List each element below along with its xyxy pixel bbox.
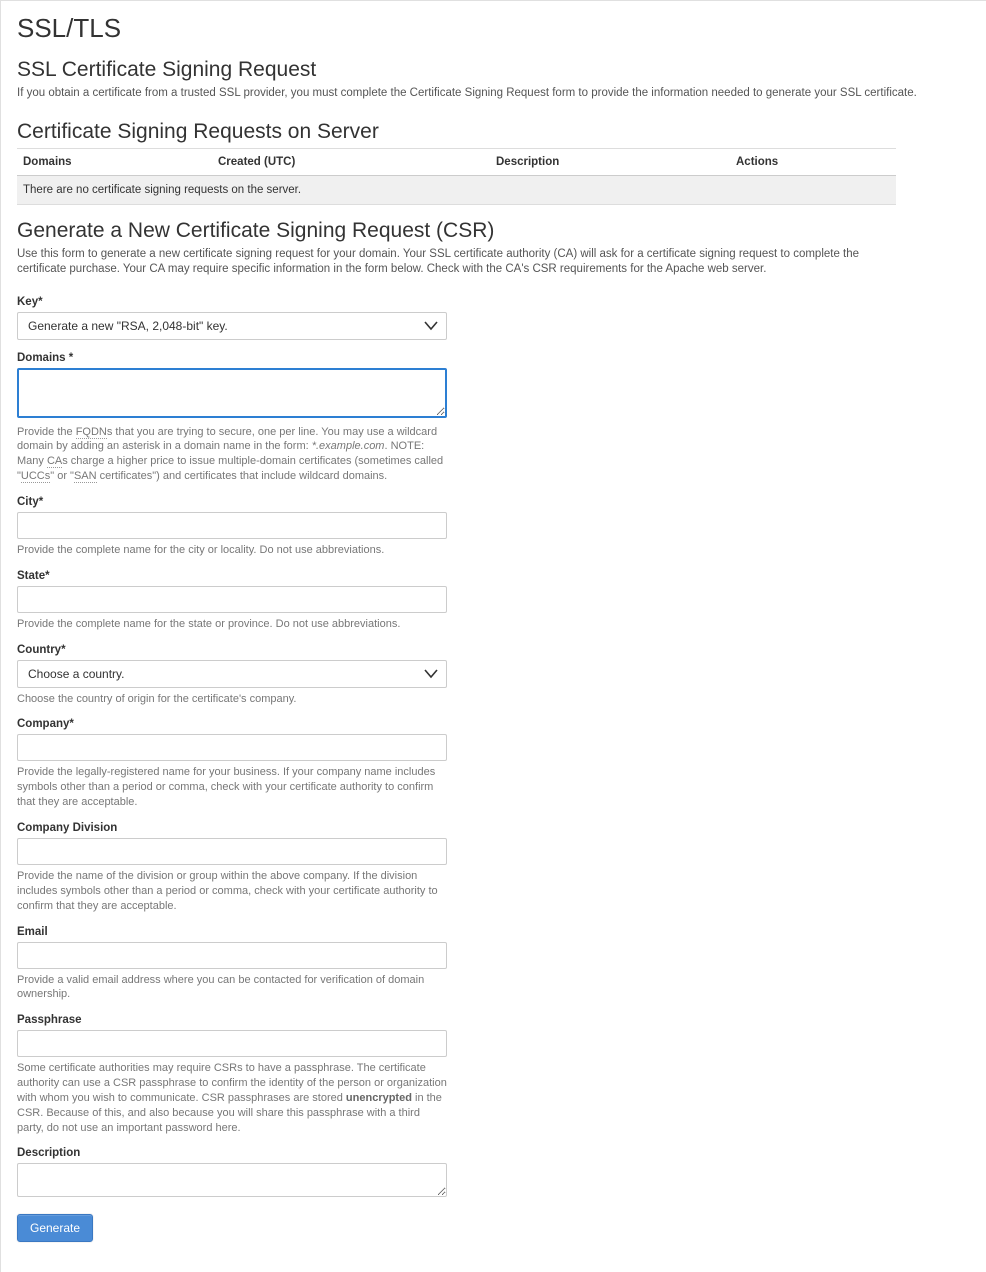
section-on-server-title: Certificate Signing Requests on Server	[17, 120, 970, 144]
company-label: Company*	[17, 718, 449, 730]
country-select[interactable]: Choose a country.	[17, 660, 447, 688]
page-title: SSL/TLS	[17, 13, 970, 44]
state-label: State*	[17, 570, 449, 582]
city-label: City*	[17, 496, 449, 508]
country-hint: Choose the country of origin for the cer…	[17, 692, 449, 707]
company-division-input[interactable]	[17, 838, 447, 865]
csr-form: Key* Generate a new "RSA, 2,048-bit" key…	[17, 296, 449, 1243]
description-textarea[interactable]	[17, 1163, 447, 1197]
email-hint: Provide a valid email address where you …	[17, 973, 449, 1003]
section-generate-intro: Use this form to generate a new certific…	[17, 247, 896, 278]
domains-textarea[interactable]	[17, 368, 447, 418]
company-input[interactable]	[17, 734, 447, 761]
company-division-hint: Provide the name of the division or grou…	[17, 869, 449, 914]
country-label: Country*	[17, 644, 449, 656]
email-label: Email	[17, 926, 449, 938]
col-actions: Actions	[730, 148, 896, 175]
col-created: Created (UTC)	[212, 148, 490, 175]
key-label: Key*	[17, 296, 449, 308]
table-empty-message: There are no certificate signing request…	[17, 175, 896, 204]
section-generate-title: Generate a New Certificate Signing Reque…	[17, 219, 970, 243]
passphrase-hint: Some certificate authorities may require…	[17, 1061, 449, 1135]
company-hint: Provide the legally-registered name for …	[17, 765, 449, 810]
passphrase-input[interactable]	[17, 1030, 447, 1057]
city-hint: Provide the complete name for the city o…	[17, 543, 449, 558]
table-empty-row: There are no certificate signing request…	[17, 175, 896, 204]
section-csr-request-title: SSL Certificate Signing Request	[17, 58, 970, 82]
col-description: Description	[490, 148, 730, 175]
company-division-label: Company Division	[17, 822, 449, 834]
passphrase-label: Passphrase	[17, 1014, 449, 1026]
email-input[interactable]	[17, 942, 447, 969]
generate-button[interactable]: Generate	[17, 1214, 93, 1242]
description-label: Description	[17, 1147, 449, 1159]
key-select[interactable]: Generate a new "RSA, 2,048-bit" key.	[17, 312, 447, 340]
csr-table: Domains Created (UTC) Description Action…	[17, 148, 896, 205]
domains-label: Domains *	[17, 352, 449, 364]
domains-hint: Provide the FQDNs that you are trying to…	[17, 425, 449, 484]
city-input[interactable]	[17, 512, 447, 539]
state-hint: Provide the complete name for the state …	[17, 617, 449, 632]
state-input[interactable]	[17, 586, 447, 613]
section-csr-request-intro: If you obtain a certificate from a trust…	[17, 86, 970, 102]
col-domains: Domains	[17, 148, 212, 175]
